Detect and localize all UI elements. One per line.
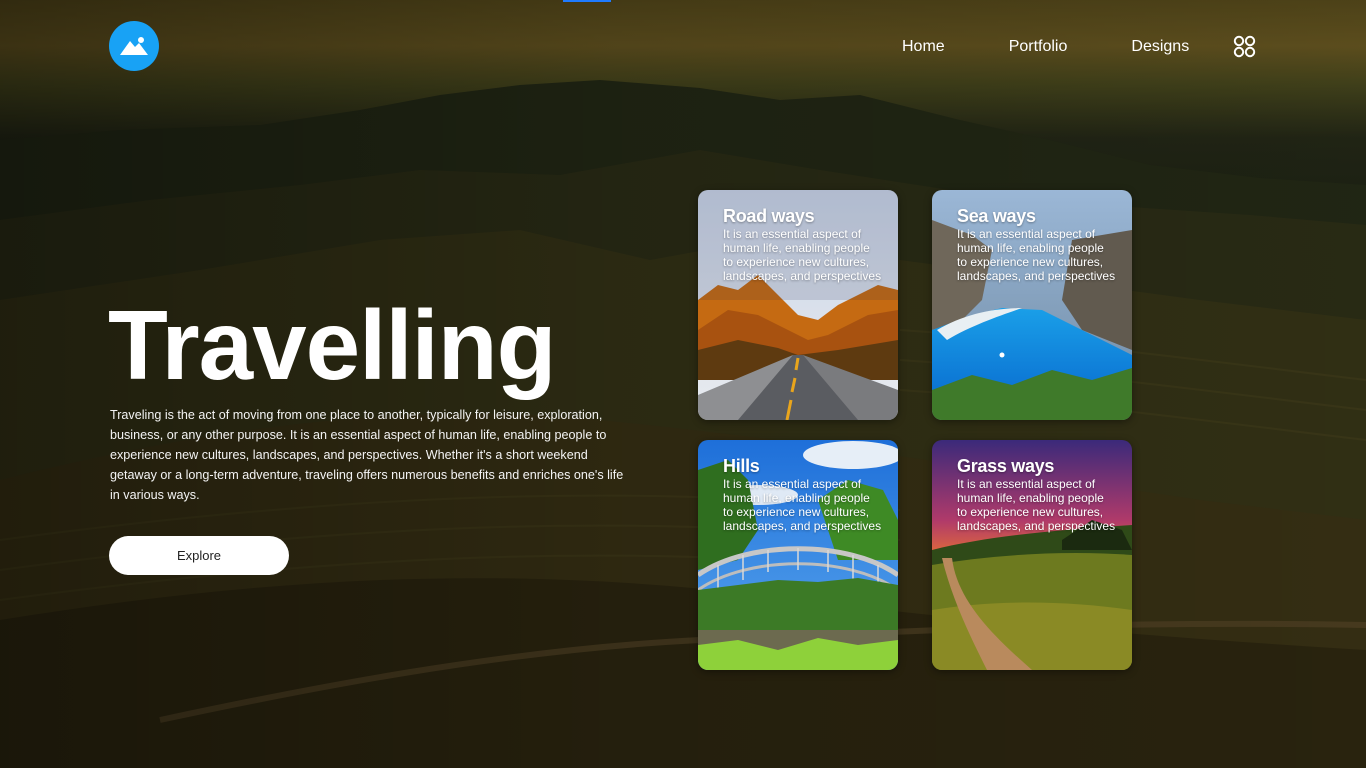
card-road-ways[interactable]: Road ways It is an essential aspect of h… (698, 190, 898, 420)
nav-designs[interactable]: Designs (1131, 37, 1189, 57)
card-title: Hills (723, 456, 760, 476)
card-hills[interactable]: Hills It is an essential aspect of human… (698, 440, 898, 670)
apps-grid-icon[interactable] (1233, 35, 1256, 58)
nav-portfolio[interactable]: Portfolio (1009, 37, 1068, 57)
top-indicator (563, 0, 611, 2)
card-grass-ways[interactable]: Grass ways It is an essential aspect of … (932, 440, 1132, 670)
nav-home[interactable]: Home (902, 37, 945, 57)
card-sea-ways[interactable]: Sea ways It is an essential aspect of hu… (932, 190, 1132, 420)
card-text: It is an essential aspect of human life,… (723, 477, 882, 533)
card-text: It is an essential aspect of human life,… (723, 227, 882, 283)
card-title: Sea ways (957, 206, 1036, 226)
logo[interactable] (109, 21, 159, 71)
hero-title: Travelling (108, 290, 557, 400)
card-title: Grass ways (957, 456, 1055, 476)
card-title: Road ways (723, 206, 815, 226)
main-nav: Home Portfolio Designs (902, 37, 1189, 57)
card-text: It is an essential aspect of human life,… (957, 227, 1116, 283)
card-text: It is an essential aspect of human life,… (957, 477, 1116, 533)
mountain-icon (120, 37, 148, 55)
explore-button[interactable]: Explore (109, 536, 289, 575)
hero-description: Traveling is the act of moving from one … (110, 408, 624, 502)
